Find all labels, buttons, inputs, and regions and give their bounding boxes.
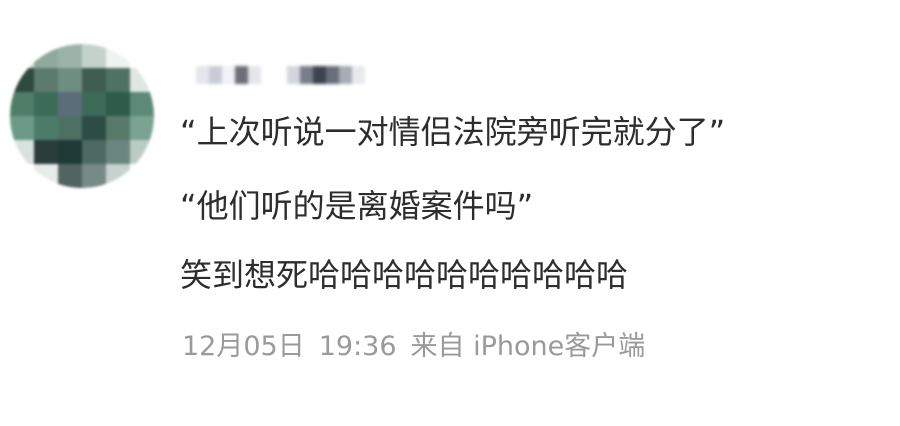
comment-line: “他们听的是离婚案件吗” (180, 187, 534, 225)
avatar[interactable] (10, 44, 154, 188)
post-date: 12月05日 (182, 331, 305, 362)
username-mosaic[interactable] (196, 66, 365, 86)
comment-meta: 12月05日 19:36 来自 iPhone客户端 (182, 330, 659, 364)
comment-line: “上次听说一对情侣法院旁听完就分了” (180, 113, 726, 151)
comment-line: 笑到想死哈哈哈哈哈哈哈哈哈哈 (180, 256, 629, 294)
comment-card: “上次听说一对情侣法院旁听完就分了” “他们听的是离婚案件吗” 笑到想死哈哈哈哈… (0, 0, 900, 426)
post-source: 来自 iPhone客户端 (410, 331, 646, 362)
post-time: 19:36 (318, 331, 397, 362)
